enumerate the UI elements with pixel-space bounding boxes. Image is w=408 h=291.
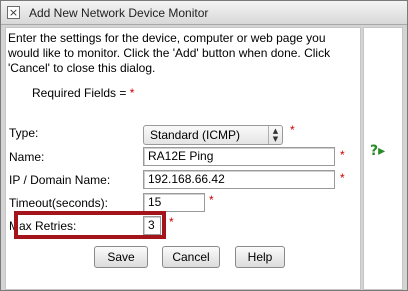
name-field[interactable]: RA12E Ping <box>143 147 335 166</box>
name-required-star: * <box>340 148 345 162</box>
save-button[interactable]: Save <box>94 246 148 268</box>
add-device-monitor-dialog: × Add New Network Device Monitor Enter t… <box>0 0 408 291</box>
retries-required-star: * <box>169 215 174 229</box>
updown-arrows-icon: ▲ ▼ <box>268 126 282 144</box>
type-required-star: * <box>290 123 295 137</box>
required-fields-label: Required Fields = <box>32 86 127 100</box>
type-select[interactable]: Standard (ICMP) ▲ ▼ <box>143 125 283 145</box>
timeout-label: Timeout(seconds): <box>9 196 108 210</box>
highlight-box <box>14 211 166 239</box>
help-button[interactable]: Help <box>235 246 285 268</box>
ip-field[interactable]: 192.168.66.42 <box>143 170 335 189</box>
ip-required-star: * <box>340 171 345 185</box>
dialog-content: Enter the settings for the device, compu… <box>5 27 361 290</box>
timeout-required-star: * <box>209 193 214 207</box>
side-panel: ?▸ <box>363 27 403 290</box>
type-label: Type: <box>9 126 39 140</box>
window-title: Add New Network Device Monitor <box>29 6 209 20</box>
name-label: Name: <box>9 150 45 164</box>
close-icon[interactable]: × <box>7 6 20 19</box>
cancel-button[interactable]: Cancel <box>162 246 220 268</box>
required-star: * <box>129 86 135 100</box>
ip-label: IP / Domain Name: <box>9 173 111 187</box>
required-fields-note: Required Fields = * <box>32 86 134 100</box>
type-select-value: Standard (ICMP) <box>150 128 241 142</box>
intro-text: Enter the settings for the device, compu… <box>8 31 331 75</box>
help-arrow-icon[interactable]: ?▸ <box>370 144 394 158</box>
title-bar[interactable]: × Add New Network Device Monitor <box>1 1 407 25</box>
timeout-field[interactable]: 15 <box>143 193 205 212</box>
